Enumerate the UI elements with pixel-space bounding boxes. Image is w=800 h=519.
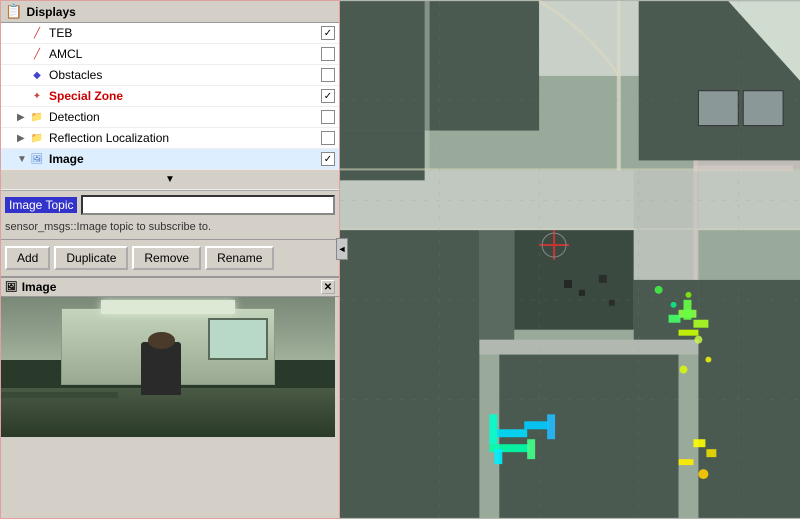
item-icon-special-zone: ✦ [29, 88, 45, 104]
item-icon-amcl: ╱ [29, 46, 45, 62]
item-icon-detection: 📁 [29, 109, 45, 125]
checkbox-obstacles[interactable] [321, 68, 335, 82]
item-label-obstacles: Obstacles [49, 68, 317, 82]
window-bg [208, 318, 268, 360]
duplicate-button[interactable]: Duplicate [54, 246, 128, 270]
item-label-reflection: Reflection Localization [49, 131, 317, 145]
image-topic-description: sensor_msgs::Image topic to subscribe to… [5, 219, 335, 235]
item-label-teb: TEB [49, 26, 317, 40]
remove-button[interactable]: Remove [132, 246, 201, 270]
display-item-special-zone[interactable]: ✦ Special Zone [1, 86, 339, 107]
left-panel: 📋 Displays ╱ TEB ╱ AMCL ◆ Obstacles [0, 0, 340, 519]
light [101, 300, 235, 314]
item-icon-reflection: 📁 [29, 130, 45, 146]
desk [1, 392, 118, 398]
displays-list: ╱ TEB ╱ AMCL ◆ Obstacles ✦ Special Zone [1, 23, 339, 191]
item-icon-obstacles: ◆ [29, 67, 45, 83]
display-item-obstacles[interactable]: ◆ Obstacles [1, 65, 339, 86]
display-item-reflection[interactable]: ▶ 📁 Reflection Localization [1, 128, 339, 149]
expand-icon-image: ▼ [17, 154, 29, 165]
item-icon-image: 🖼 [29, 151, 45, 167]
scroll-arrow[interactable]: ▼ [1, 170, 339, 190]
displays-header: 📋 Displays [1, 1, 339, 23]
divider-handle[interactable]: ◄ [336, 238, 348, 260]
image-topic-row: Image Topic [5, 195, 335, 215]
display-item-teb[interactable]: ╱ TEB [1, 23, 339, 44]
displays-title: Displays [26, 5, 75, 19]
person-head [148, 332, 175, 349]
item-icon-teb: ╱ [29, 25, 45, 41]
display-item-detection[interactable]: ▶ 📁 Detection [1, 107, 339, 128]
image-window-close-button[interactable]: ✕ [321, 280, 335, 294]
image-topic-label: Image Topic [5, 197, 77, 213]
checkbox-reflection[interactable] [321, 131, 335, 145]
image-canvas [1, 297, 335, 437]
checkbox-image[interactable] [321, 152, 335, 166]
rename-button[interactable]: Rename [205, 246, 274, 270]
expand-icon-reflection: ▶ [17, 133, 29, 144]
display-item-amcl[interactable]: ╱ AMCL [1, 44, 339, 65]
image-topic-input[interactable] [81, 195, 335, 215]
displays-icon: 📋 [5, 3, 22, 20]
checkbox-teb[interactable] [321, 26, 335, 40]
person-body [141, 342, 181, 395]
checkbox-amcl[interactable] [321, 47, 335, 61]
buttons-area: Add Duplicate Remove Rename [1, 240, 339, 278]
checkbox-detection[interactable] [321, 110, 335, 124]
map-panel [340, 0, 800, 519]
item-label-amcl: AMCL [49, 47, 317, 61]
item-label-image: Image [49, 152, 317, 166]
expand-icon-detection: ▶ [17, 112, 29, 123]
image-window-icon: 🖼 [5, 282, 18, 293]
add-button[interactable]: Add [5, 246, 50, 270]
image-window-header: 🖼 Image ✕ [1, 278, 339, 297]
display-item-image[interactable]: ▼ 🖼 Image [1, 149, 339, 170]
map-visualization [340, 0, 800, 519]
image-window-title: Image [22, 280, 57, 294]
image-window: 🖼 Image ✕ [1, 278, 339, 518]
checkbox-special-zone[interactable] [321, 89, 335, 103]
item-label-detection: Detection [49, 110, 317, 124]
item-label-special-zone: Special Zone [49, 89, 317, 103]
camera-scene [1, 297, 335, 437]
properties-area: Image Topic sensor_msgs::Image topic to … [1, 191, 339, 240]
